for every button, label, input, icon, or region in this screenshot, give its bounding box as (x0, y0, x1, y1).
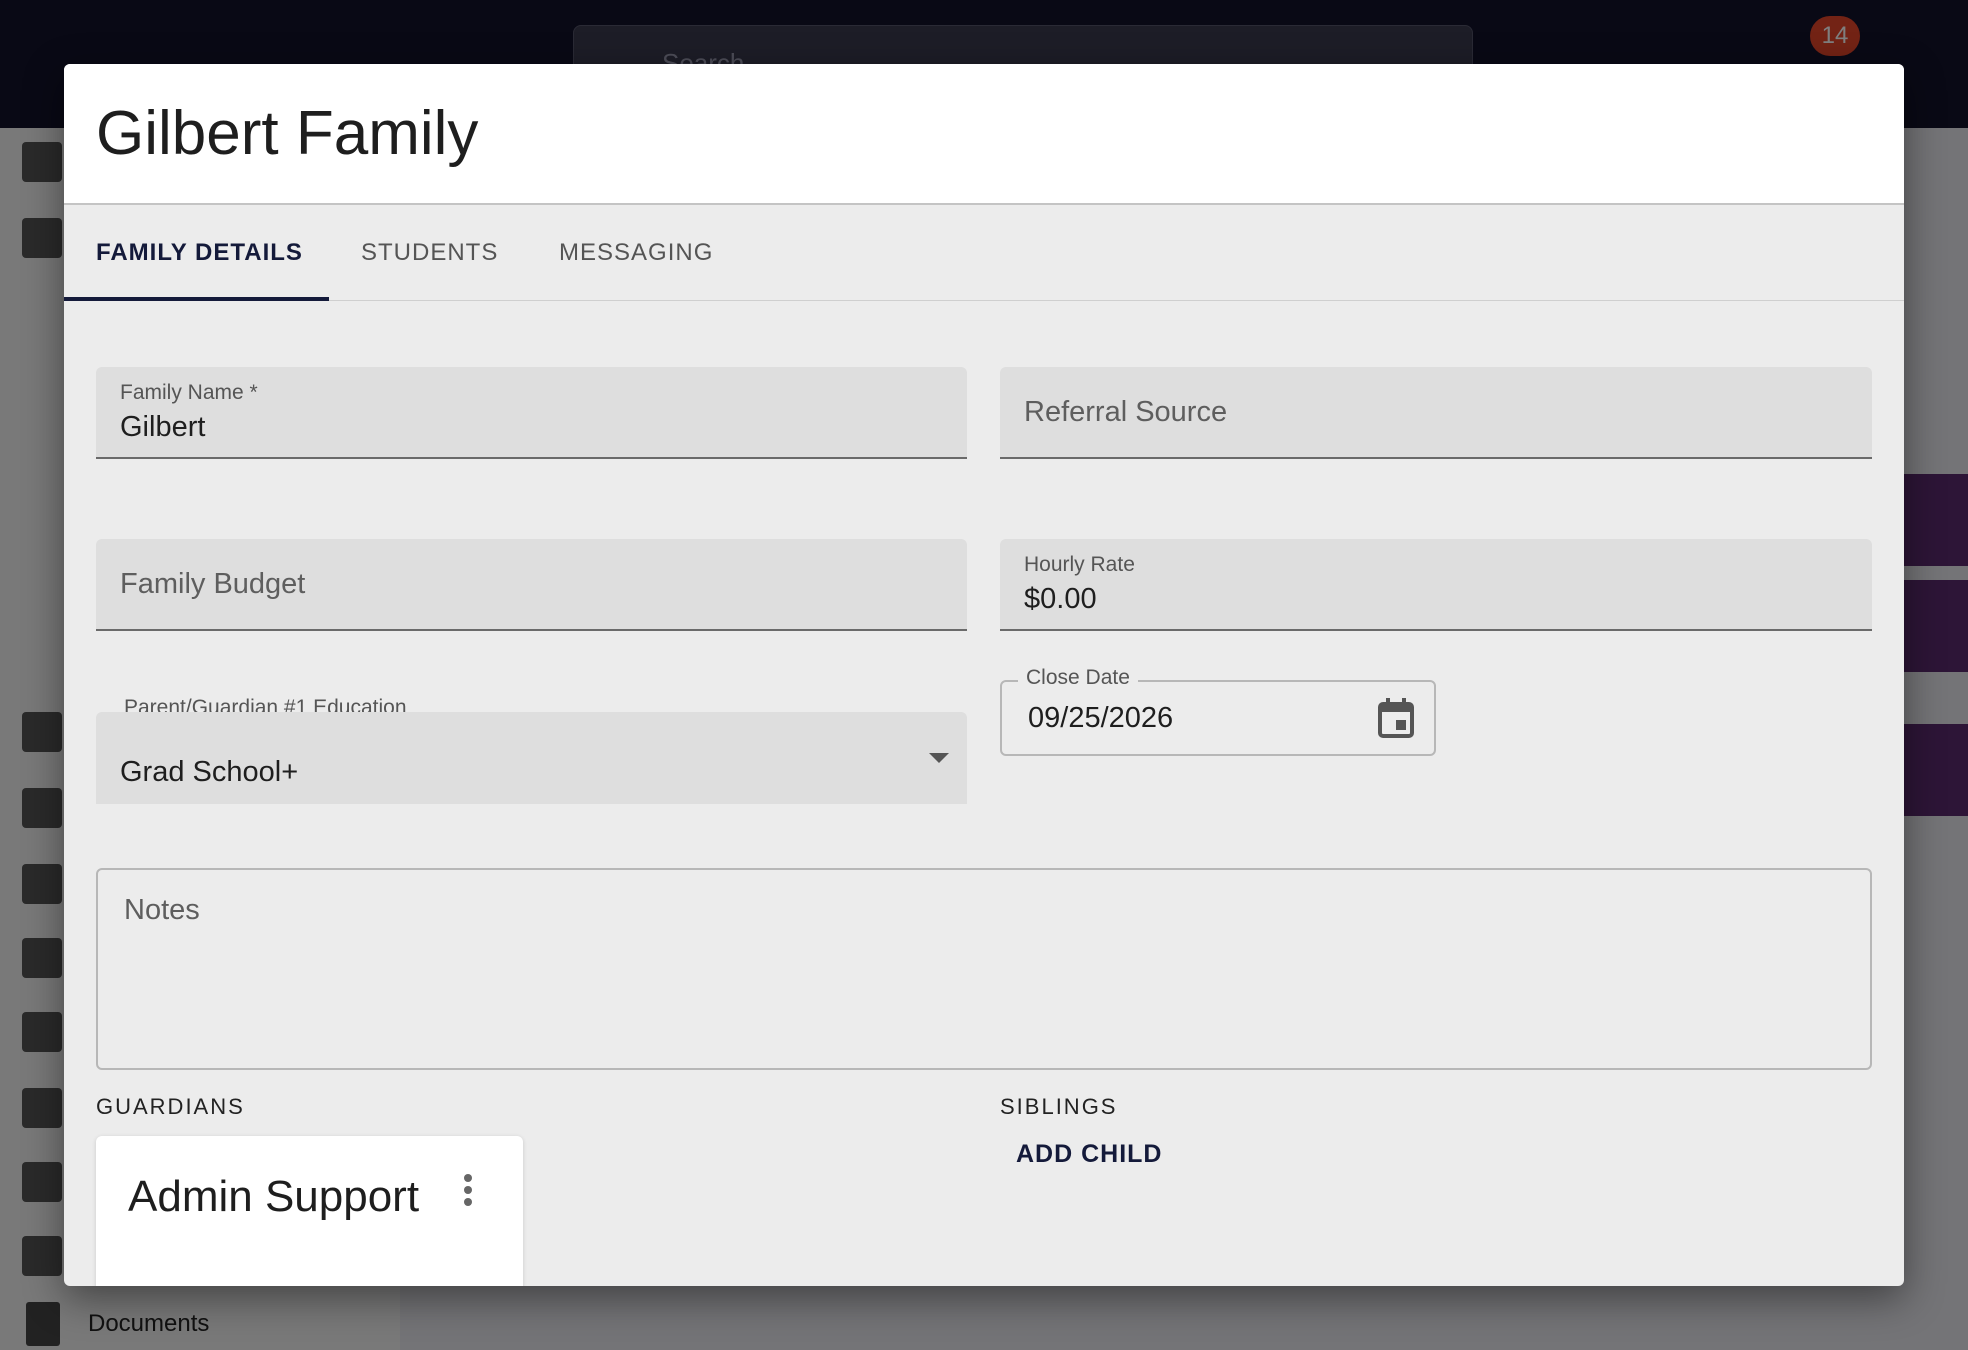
family-budget-field[interactable]: Family Budget (96, 539, 967, 631)
hourly-rate-value: $0.00 (1024, 583, 1097, 615)
notes-placeholder: Notes (124, 894, 200, 926)
family-name-value: Gilbert (120, 411, 206, 443)
close-date-value: 09/25/2026 (1028, 702, 1174, 734)
add-child-button[interactable]: ADD CHILD (1016, 1140, 1163, 1169)
guardians-section-label: GUARDIANS (96, 1094, 245, 1119)
family-name-label: Family Name * (120, 381, 258, 404)
guardian-card[interactable]: Admin Support (96, 1136, 523, 1286)
family-name-field[interactable]: Family Name * Gilbert (96, 367, 967, 459)
tab-family-details[interactable]: FAMILY DETAILS (96, 205, 303, 301)
referral-source-field[interactable]: Referral Source (1000, 367, 1872, 459)
siblings-section-label: SIBLINGS (1000, 1094, 1118, 1119)
family-dialog: Gilbert Family FAMILY DETAILS STUDENTS M… (64, 64, 1904, 1286)
guardian-name: Admin Support (128, 1172, 420, 1221)
more-vert-icon[interactable] (460, 1174, 476, 1214)
calendar-icon[interactable] (1378, 698, 1414, 738)
dialog-title: Gilbert Family (96, 99, 479, 168)
tab-messaging[interactable]: MESSAGING (559, 205, 713, 301)
close-date-label: Close Date (1018, 666, 1138, 690)
hourly-rate-field[interactable]: Hourly Rate $0.00 (1000, 539, 1872, 631)
dialog-tabs: FAMILY DETAILS STUDENTS MESSAGING (64, 205, 1904, 301)
family-budget-placeholder: Family Budget (120, 568, 306, 600)
active-tab-indicator (64, 297, 329, 301)
hourly-rate-label: Hourly Rate (1024, 553, 1135, 576)
notes-textarea[interactable]: Notes (96, 868, 1872, 1070)
referral-source-placeholder: Referral Source (1024, 396, 1228, 428)
tab-students[interactable]: STUDENTS (361, 205, 498, 301)
close-date-field[interactable]: Close Date 09/25/2026 (1000, 666, 1436, 756)
caret-down-icon (929, 753, 949, 763)
guardian-education-value: Grad School+ (120, 756, 299, 788)
dialog-header: Gilbert Family (64, 64, 1904, 205)
guardian-education-select[interactable]: Grad School+ (96, 712, 967, 804)
